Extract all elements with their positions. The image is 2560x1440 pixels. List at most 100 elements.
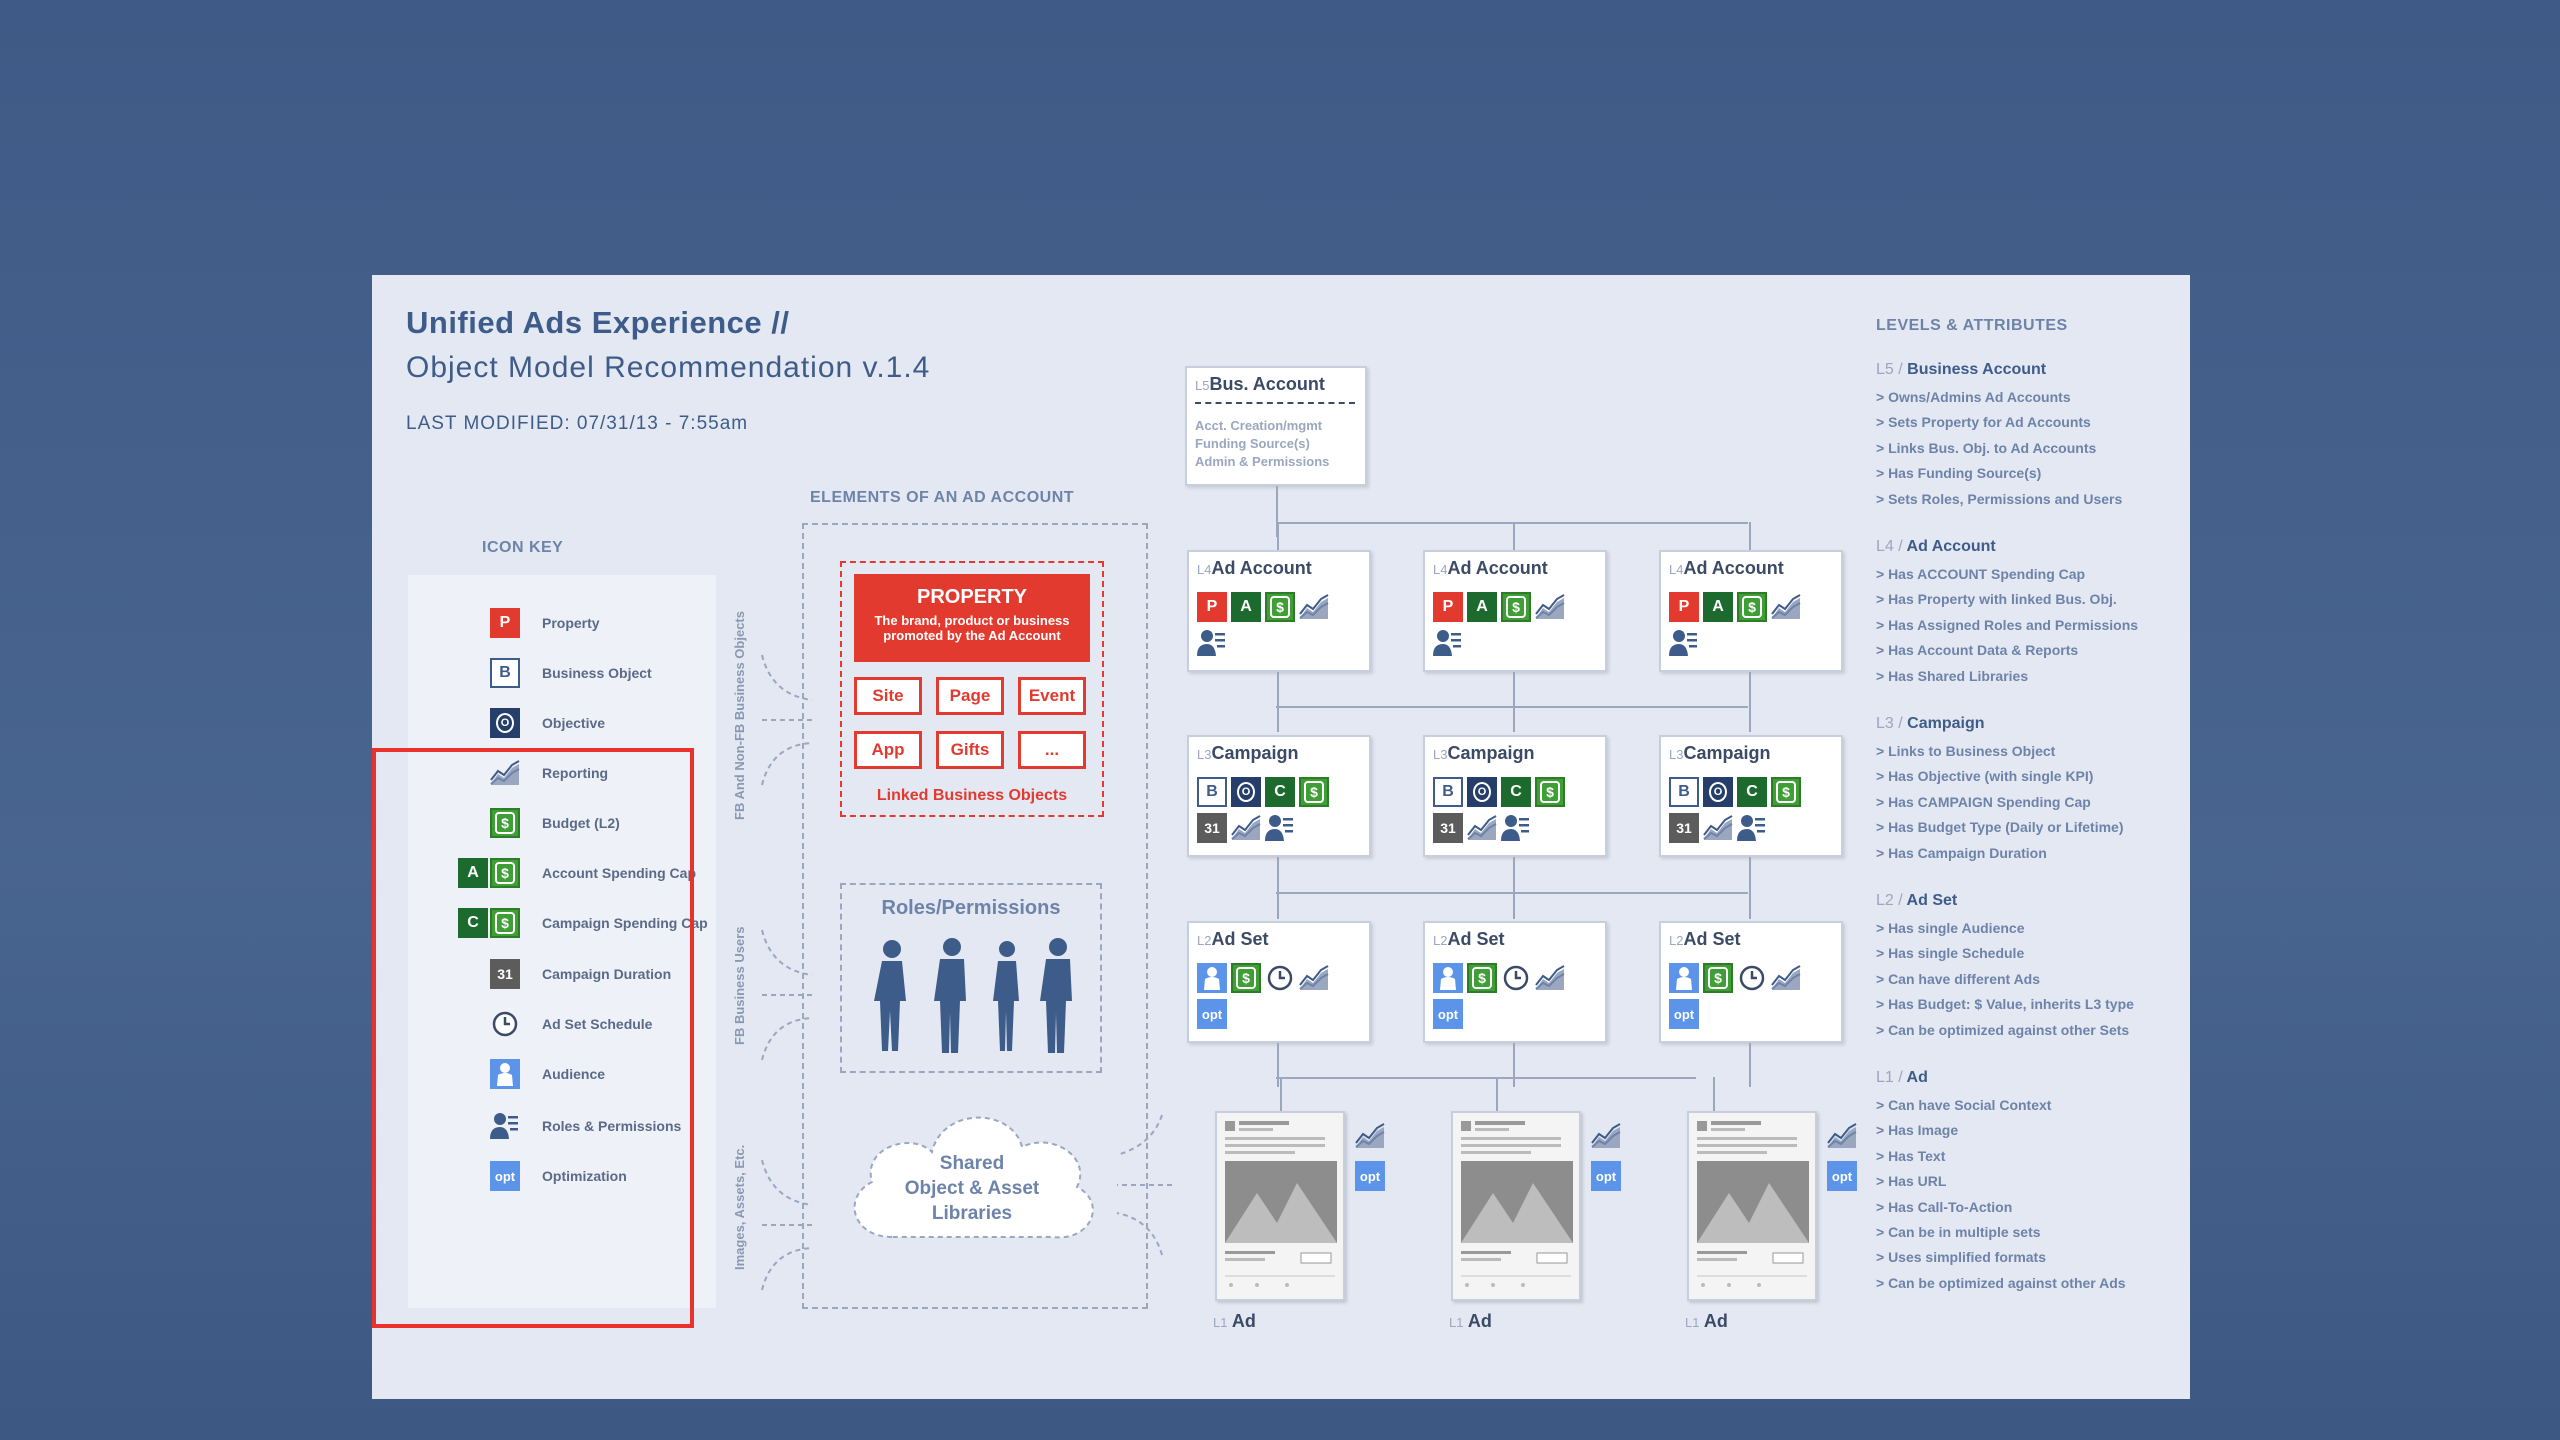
bus-account-line: Admin & Permissions — [1195, 454, 1330, 469]
property-event-button[interactable]: Event — [1018, 677, 1086, 715]
property-more-button[interactable]: ... — [1018, 731, 1086, 769]
business-object-icon: B — [1669, 777, 1699, 807]
ad-name: Ad — [1231, 1311, 1256, 1331]
property-app-button[interactable]: App — [854, 731, 922, 769]
ad-side-icons: opt — [1355, 1121, 1385, 1191]
tree-connector — [1276, 892, 1748, 894]
budget-icon: $ — [1737, 592, 1767, 622]
icon-key-icons: B — [408, 658, 520, 688]
ad-account-node[interactable]: L4Ad Account P A $ — [1423, 550, 1607, 672]
node-title: L4Ad Account — [1197, 558, 1312, 579]
property-desc-1: The brand, product or business — [874, 613, 1070, 628]
attribute-item: > Has Call-To-Action — [1876, 1198, 2013, 1215]
reporting-icon — [1827, 1121, 1857, 1151]
tree-connector — [1276, 706, 1748, 708]
ad-preview[interactable] — [1215, 1111, 1345, 1301]
node-icon-row: P A $ — [1669, 592, 1801, 622]
attribute-item: > Can be in multiple sets — [1876, 1224, 2041, 1240]
attributes-heading: LEVELS & ATTRIBUTES — [1876, 317, 2068, 334]
node-level: L4 — [1669, 562, 1684, 577]
node-name: Campaign — [1447, 743, 1535, 763]
attribute-item: > Has Property with linked Bus. Obj. — [1876, 591, 2117, 608]
icon-key-row: O Objective — [408, 706, 605, 740]
reporting-icon — [1299, 592, 1329, 622]
attribute-level-code: L3 / — [1876, 715, 1903, 732]
optimization-icon: opt — [1197, 999, 1227, 1029]
campaign-node[interactable]: L3Campaign B O C $31 — [1423, 735, 1607, 857]
node-name: Bus. Account — [1209, 374, 1325, 394]
campaign-node[interactable]: L3Campaign B O C $31 — [1659, 735, 1843, 857]
roles-permissions-icon — [1501, 813, 1531, 843]
attribute-item: > Has CAMPAIGN Spending Cap — [1876, 793, 2091, 810]
property-site-button[interactable]: Site — [854, 677, 922, 715]
ad-side-icons: opt — [1591, 1121, 1621, 1191]
reporting-icon — [1535, 963, 1565, 993]
ad-label: L1 Ad — [1685, 1311, 1728, 1332]
node-level: L2 — [1433, 933, 1448, 948]
library-line-2: Object & Asset — [904, 1178, 1040, 1199]
attribute-item: > Has Funding Source(s) — [1876, 465, 2042, 482]
attribute-item: > Has Budget: $ Value, inherits L3 type — [1876, 996, 2134, 1013]
tree-connector — [1749, 1043, 1751, 1087]
ad-account-node[interactable]: L4Ad Account P A $ — [1187, 550, 1371, 672]
library-line-1: Shared — [939, 1153, 1005, 1174]
audience-icon — [1669, 963, 1699, 993]
reporting-icon — [1771, 592, 1801, 622]
optimization-icon: opt — [1355, 1161, 1385, 1191]
page-subtitle: Object Model Recommendation v.1.4 — [406, 351, 931, 384]
tree-connector — [1277, 522, 1279, 550]
node-icon-row: opt — [1197, 999, 1227, 1029]
divider — [1195, 402, 1355, 404]
attribute-item: > Has ACCOUNT Spending Cap — [1876, 566, 2086, 582]
ad-mockup-icon — [1697, 1121, 1809, 1287]
campaign-node[interactable]: L3Campaign B O C $31 — [1187, 735, 1371, 857]
optimization-icon: opt — [1591, 1161, 1621, 1191]
roles-title: Roles/Permissions — [881, 897, 1061, 919]
icon-key-label: Objective — [542, 715, 606, 731]
node-icon-row: opt — [1669, 999, 1699, 1029]
reporting-icon — [1703, 813, 1733, 843]
tree-connector — [1277, 1043, 1279, 1087]
attribute-item: > Has single Schedule — [1876, 945, 2025, 962]
ad-set-node[interactable]: L2Ad Set $ opt — [1659, 921, 1843, 1043]
tree-connector — [1513, 857, 1515, 919]
tree-connector — [1276, 522, 1748, 524]
attribute-level-code: L4 / — [1876, 538, 1903, 555]
node-icon-row: B O C $ — [1433, 777, 1565, 807]
node-title: L5Bus. Account — [1195, 374, 1325, 395]
attribute-level-heading: L4 / Ad Account — [1876, 538, 1996, 556]
ad-preview[interactable] — [1687, 1111, 1817, 1301]
node-name: Ad Account — [1211, 558, 1312, 578]
attribute-item: > Has Shared Libraries — [1876, 667, 2029, 684]
side-label-business-objects: FB And Non-FB Business Objects — [732, 611, 747, 820]
bus-account-node[interactable]: L5Bus. Account Acct. Creation/mgmt Funding… — [1185, 366, 1367, 486]
node-icon-row: $ — [1197, 963, 1329, 993]
node-icon-row: 31 — [1433, 813, 1531, 843]
property-gifts-button[interactable]: Gifts — [936, 731, 1004, 769]
node-name: Ad Set — [1447, 929, 1505, 949]
attribute-item: > Has Campaign Duration — [1876, 844, 2047, 861]
budget-icon: $ — [1535, 777, 1565, 807]
users-silhouettes-icon — [874, 938, 1072, 1053]
clock-icon — [1501, 963, 1531, 993]
tree-connector — [1513, 1043, 1515, 1087]
tree-connector — [1496, 1077, 1498, 1111]
attribute-item: > Links to Business Object — [1876, 743, 2056, 759]
property-page-button[interactable]: Page — [936, 677, 1004, 715]
account-cap-icon: A — [1467, 592, 1497, 622]
node-title: L2Ad Set — [1433, 929, 1504, 950]
reporting-icon — [1299, 963, 1329, 993]
ad-set-node[interactable]: L2Ad Set $ opt — [1423, 921, 1607, 1043]
tree-connector — [1276, 1077, 1696, 1079]
budget-icon: $ — [1771, 777, 1801, 807]
ad-account-node[interactable]: L4Ad Account P A $ — [1659, 550, 1843, 672]
ad-preview[interactable] — [1451, 1111, 1581, 1301]
ad-set-node[interactable]: L2Ad Set $ opt — [1187, 921, 1371, 1043]
objective-icon: O — [1703, 777, 1733, 807]
audience-icon — [1197, 963, 1227, 993]
node-icon-row: 31 — [1197, 813, 1295, 843]
budget-icon: $ — [1467, 963, 1497, 993]
node-icon-row: B O C $ — [1197, 777, 1329, 807]
elements-heading: ELEMENTS OF AN AD ACCOUNT — [810, 489, 1075, 506]
tree-connector — [1277, 672, 1279, 732]
